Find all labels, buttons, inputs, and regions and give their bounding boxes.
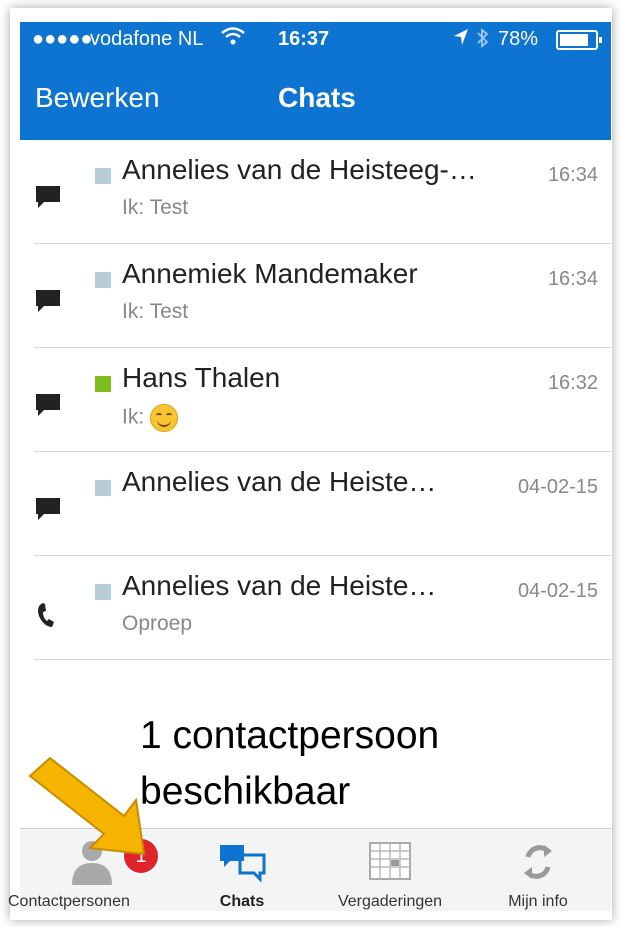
tab-label: Mijn info [508, 893, 568, 910]
presence-indicator [95, 584, 111, 600]
tab-chats[interactable]: Chats [168, 829, 316, 911]
page-title: Chats [278, 82, 356, 113]
location-arrow-icon [452, 26, 470, 54]
last-message: Ik: [122, 404, 179, 432]
chat-icon [34, 288, 62, 314]
sync-icon [520, 841, 556, 888]
annotation-line-2: beschikbaar [140, 770, 351, 813]
smiley-emoji-icon [150, 404, 179, 432]
presence-indicator [95, 480, 111, 496]
battery-icon [556, 30, 602, 50]
chat-row[interactable]: Hans Thalen Ik: 16:32 [34, 348, 611, 452]
chat-row[interactable]: Annelies van de Heiste… 04-02-15 [34, 452, 611, 556]
message-time: 16:34 [547, 164, 598, 186]
signal-strength: ●●●●● [32, 28, 93, 50]
message-time: 16:32 [547, 372, 598, 394]
chat-icon [34, 496, 62, 522]
chat-row[interactable]: Annemiek Mandemaker Ik: Test 16:34 [34, 244, 611, 348]
message-time: 16:34 [547, 268, 598, 290]
status-bar: ●●●●● vodafone NL 16:37 78% [20, 22, 611, 56]
edit-button[interactable]: Bewerken [35, 82, 160, 114]
carrier-name: vodafone NL [90, 28, 204, 50]
annotation-text: 1 contactpersoon beschikbaar [140, 708, 439, 820]
tab-my-info[interactable]: Mijn info [464, 829, 612, 911]
presence-indicator [95, 168, 111, 184]
chat-list: Annelies van de Heisteeg-… Ik: Test 16:3… [20, 140, 611, 660]
message-time: 04-02-15 [517, 476, 598, 498]
chats-icon [218, 843, 268, 888]
contact-name: Annemiek Mandemaker [122, 258, 418, 289]
chat-row[interactable]: Annelies van de Heiste… Oproep 04-02-15 [34, 556, 611, 660]
calendar-icon [368, 841, 412, 886]
last-message-text: Ik: [122, 405, 145, 429]
tab-meetings[interactable]: Vergaderingen [316, 829, 464, 911]
last-message: Oproep [122, 612, 193, 635]
highlight-arrow-icon [20, 752, 160, 867]
contact-name: Annelies van de Heiste… [122, 570, 437, 601]
status-time: 16:37 [278, 28, 330, 50]
presence-indicator [95, 376, 111, 392]
presence-indicator [95, 272, 111, 288]
last-message: Ik: Test [122, 300, 189, 323]
bluetooth-icon [475, 27, 491, 55]
tab-label: Vergaderingen [337, 893, 443, 910]
contact-name: Annelies van de Heiste… [122, 466, 437, 497]
phone-icon [34, 600, 62, 627]
annotation-line-1: 1 contactpersoon [140, 714, 440, 757]
chat-row[interactable]: Annelies van de Heisteeg-… Ik: Test 16:3… [34, 140, 611, 244]
chat-icon [34, 392, 62, 418]
battery-percent: 78% [498, 28, 539, 50]
message-time: 04-02-15 [517, 580, 598, 602]
app-header: ●●●●● vodafone NL 16:37 78% Bewerken Cha… [20, 22, 611, 140]
chat-icon [34, 184, 62, 210]
contact-name: Hans Thalen [122, 362, 281, 393]
tab-label: Chats [219, 893, 265, 910]
wifi-icon [220, 24, 246, 54]
tab-label: Contactpersonen [8, 893, 130, 910]
contact-name: Annelies van de Heisteeg-… [122, 154, 477, 185]
last-message: Ik: Test [122, 196, 189, 219]
